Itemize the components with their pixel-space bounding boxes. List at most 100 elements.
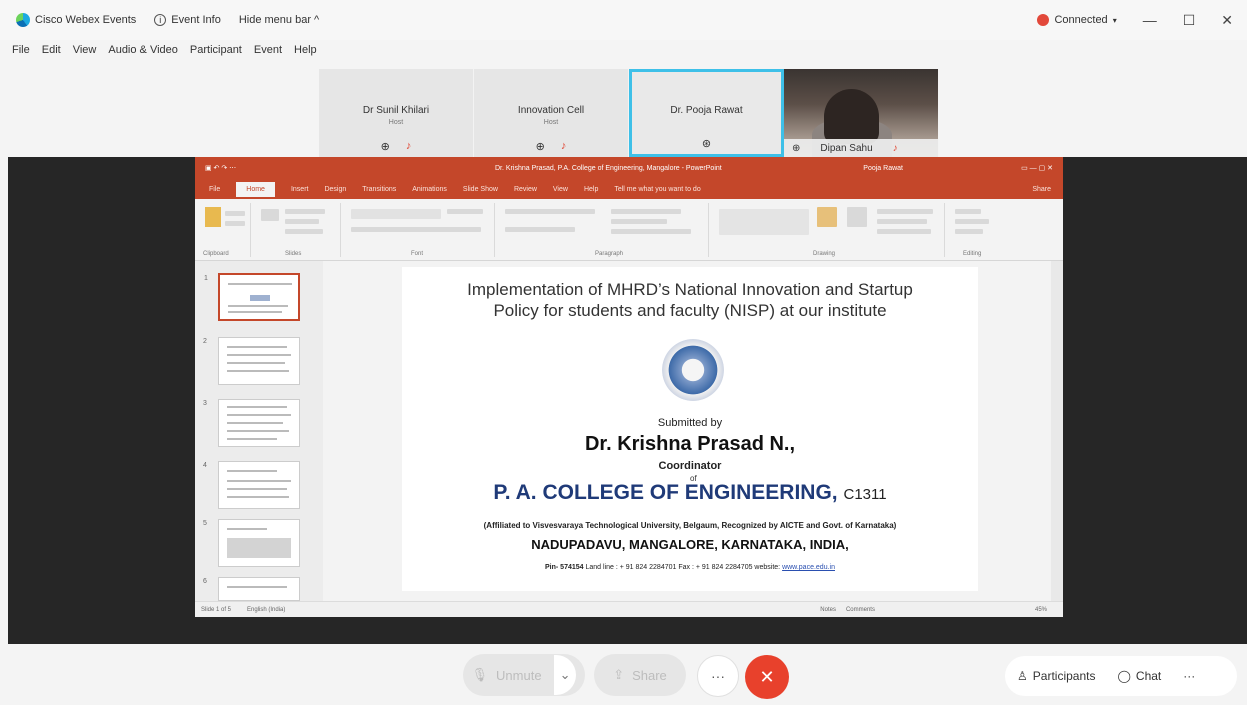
hide-menu-label: Hide menu bar ^ <box>238 14 320 26</box>
microphone-icon: 🎙 <box>471 667 489 682</box>
ribbon-editing: Editing <box>949 203 1007 257</box>
ppt-tab-home: Home <box>236 181 275 197</box>
ribbon-drawing: Drawing <box>713 203 945 257</box>
title-bar: Cisco Webex Events i Event Info Hide men… <box>0 0 1247 40</box>
share-label: Share <box>632 667 667 683</box>
ppt-share: Share <box>1032 185 1051 193</box>
mic-muted-icon: ♪ <box>405 140 412 152</box>
menu-view[interactable]: View <box>73 44 97 66</box>
menu-help[interactable]: Help <box>294 44 317 66</box>
slide-thumbnail: 5 <box>203 519 300 567</box>
unmute-dropdown-icon[interactable]: ⌄ <box>553 655 577 695</box>
unmute-button[interactable]: 🎙 Unmute ⌄ <box>463 654 585 696</box>
slide-scrollbar <box>1051 261 1063 601</box>
audio-connected-icon: ⊕ <box>535 141 545 153</box>
participant-name: Innovation Cell <box>517 105 585 116</box>
paste-icon <box>205 207 221 227</box>
connection-status-icon <box>1037 14 1050 26</box>
menu-event[interactable]: Event <box>254 44 282 66</box>
current-slide: Implementation of MHRD’s National Innova… <box>402 267 978 591</box>
slide-website-link: www.pace.edu.in <box>782 564 835 571</box>
person-icon: ♙ <box>1017 669 1028 683</box>
slide-contact: Pin- 574154 Land line : + 91 824 2284701… <box>545 564 835 571</box>
mic-muted-icon: ♪ <box>892 142 898 154</box>
ppt-tab-help: Help <box>583 185 599 193</box>
leave-meeting-button[interactable]: ✕ <box>745 655 789 699</box>
slide-college-code: C1311 <box>843 486 887 503</box>
overflow-menu-button[interactable]: ··· <box>1183 669 1195 683</box>
participant-tile[interactable]: Innovation Cell Host ⊕ ♪ <box>474 69 629 157</box>
ppt-ribbon-tabs: File Home Insert Design Transitions Anim… <box>195 179 1063 199</box>
participants-label: Participants <box>1032 669 1096 683</box>
ppt-document-title: Dr. Krishna Prasad, P.A. College of Engi… <box>495 164 722 172</box>
college-logo-icon <box>662 339 724 401</box>
connection-status[interactable]: Connected ▾ <box>1037 14 1117 26</box>
speaking-icon: ⊛ <box>701 138 712 150</box>
menu-bar: File Edit View Audio & Video Participant… <box>0 44 317 66</box>
ppt-tab-transitions: Transitions <box>362 185 397 193</box>
ppt-tell-me: Tell me what you want to do <box>614 185 701 193</box>
slide-coordinator: Coordinator <box>658 460 722 472</box>
ppt-tab-slideshow: Slide Show <box>462 185 498 193</box>
more-icon: ··· <box>711 668 725 684</box>
shared-powerpoint-window: ▣ ↶ ↷ ⋯ Dr. Krishna Prasad, P.A. College… <box>195 157 1063 617</box>
menu-edit[interactable]: Edit <box>42 44 61 66</box>
webex-logo-icon <box>16 13 30 27</box>
app-name: Cisco Webex Events <box>35 14 137 26</box>
ppt-tab-file: File <box>209 185 221 193</box>
close-icon: ✕ <box>759 666 775 687</box>
ribbon-font: Font <box>345 203 495 257</box>
ppt-window-controls: ▭ — ▢ ✕ <box>1021 165 1053 172</box>
audio-connected-icon: ⊕ <box>380 141 390 153</box>
minimize-button[interactable]: — <box>1143 12 1157 28</box>
hide-menu-bar-button[interactable]: Hide menu bar ^ <box>239 14 319 26</box>
ppt-status-bar: Slide 1 of 5 English (India) Notes Comme… <box>195 601 1063 617</box>
share-icon: ⇪ <box>613 667 625 682</box>
audio-connected-icon: ⊕ <box>792 142 801 154</box>
slide-thumbnail: 2 <box>203 337 300 385</box>
chat-label: Chat <box>1135 669 1162 683</box>
more-options-button[interactable]: ··· <box>697 655 739 697</box>
status-dropdown-icon: ▾ <box>1112 15 1117 25</box>
share-button[interactable]: ⇪ Share <box>594 654 686 696</box>
ppt-tab-insert: Insert <box>290 185 309 193</box>
slide-thumbnail-pane: 1 2 3 4 5 6 <box>195 261 323 601</box>
info-icon: i <box>154 14 167 26</box>
slide-thumbnail: 4 <box>203 461 300 509</box>
participant-video-tile[interactable]: ⊕ Dipan Sahu ♪ <box>784 69 939 157</box>
ppt-zoom: 45% <box>1034 606 1047 613</box>
slide-thumbnail: 1 <box>204 273 300 321</box>
maximize-button[interactable]: ☐ <box>1183 12 1196 29</box>
ribbon-clipboard: Clipboard <box>199 203 251 257</box>
chat-bubble-icon: ◯ <box>1117 669 1131 683</box>
participant-role: Host <box>543 119 559 126</box>
ppt-tab-view: View <box>552 185 568 193</box>
slide-count: Slide 1 of 5 <box>201 606 232 613</box>
chat-button[interactable]: ◯ Chat <box>1117 669 1161 683</box>
menu-file[interactable]: File <box>12 44 30 66</box>
ppt-tab-animations: Animations <box>412 185 447 193</box>
close-button[interactable]: ✕ <box>1221 12 1233 29</box>
participants-button[interactable]: ♙ Participants <box>1017 669 1095 683</box>
participant-name: Dr Sunil Khilari <box>362 105 430 116</box>
participant-name: Dr. Pooja Rawat <box>670 105 743 116</box>
participant-tile[interactable]: Dr Sunil Khilari Host ⊕ ♪ <box>319 69 474 157</box>
save-icon: ▣ ↶ ↷ ⋯ <box>205 165 237 172</box>
participant-strip: Dr Sunil Khilari Host ⊕ ♪ Innovation Cel… <box>319 69 940 157</box>
slide-submitted-by: Submitted by <box>657 417 723 429</box>
ribbon-slides: Slides <box>255 203 341 257</box>
ppt-user-name: Pooja Rawat <box>863 164 903 172</box>
app-title: Cisco Webex Events <box>16 13 136 27</box>
menu-audio-video[interactable]: Audio & Video <box>108 44 178 66</box>
menu-participant[interactable]: Participant <box>190 44 242 66</box>
event-info-button[interactable]: i Event Info <box>154 14 221 26</box>
ribbon-paragraph: Paragraph <box>499 203 709 257</box>
slide-address: NADUPADAVU, MANGALORE, KARNATAKA, INDIA, <box>531 537 849 552</box>
participant-tile-active-speaker[interactable]: Dr. Pooja Rawat ⊛ <box>629 69 784 157</box>
slide-college: P. A. COLLEGE OF ENGINEERING, C1311 <box>493 481 887 504</box>
ppt-language: English (India) <box>247 606 286 613</box>
participant-role: Host <box>388 119 404 126</box>
video-person-head <box>824 89 879 144</box>
slide-presenter-name: Dr. Krishna Prasad N., <box>584 433 796 455</box>
slide-affiliation: (Affiliated to Visvesvaraya Technologica… <box>483 521 897 530</box>
